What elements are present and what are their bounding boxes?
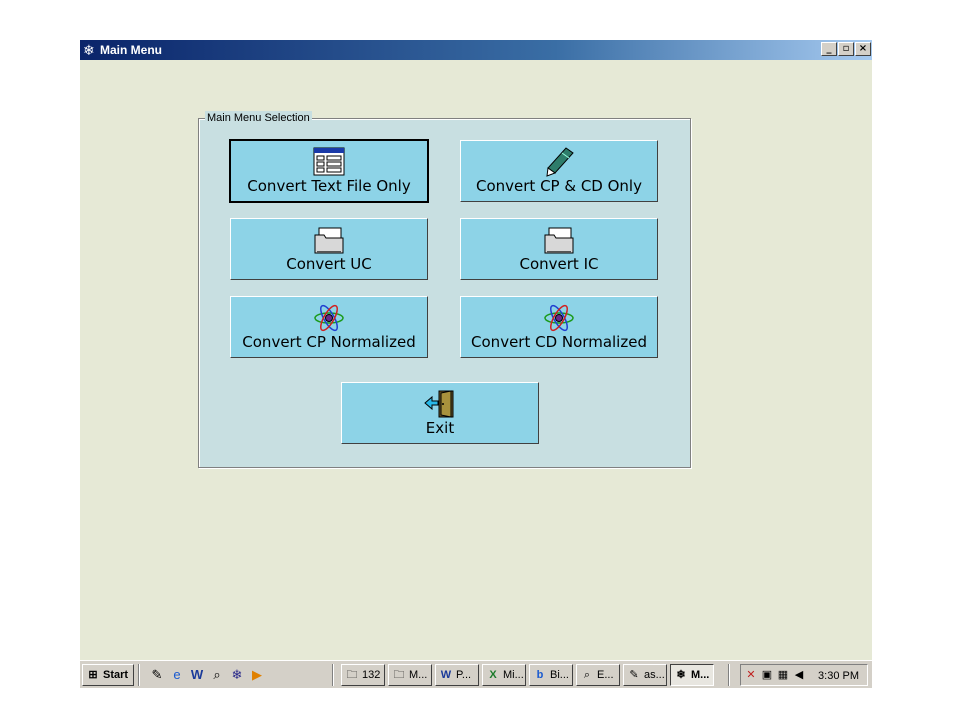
- desktop-screen: ❄ Main Menu _ ▫ × Main Menu Selection Co…: [80, 40, 872, 688]
- start-label: Start: [103, 669, 129, 681]
- network-icon[interactable]: ✕: [744, 668, 758, 682]
- internet-explorer-icon[interactable]: e: [168, 666, 186, 684]
- close-button[interactable]: ×: [855, 42, 871, 56]
- window-client-area: Main Menu Selection Convert Text File On…: [80, 60, 872, 660]
- convert-ic-button[interactable]: Convert IC: [460, 218, 658, 280]
- search-icon[interactable]: ⌕: [208, 666, 226, 684]
- convert-text-file-button[interactable]: Convert Text File Only: [229, 139, 429, 203]
- task-button[interactable]: 🗀 132: [341, 664, 385, 686]
- taskbar-separator: [332, 664, 334, 686]
- convert-cd-normalized-button[interactable]: Convert CD Normalized: [460, 296, 658, 358]
- b-app-icon: b: [536, 669, 544, 681]
- exit-button[interactable]: Exit: [341, 382, 539, 444]
- folder-icon: 🗀: [393, 669, 405, 681]
- atom-icon: [544, 304, 574, 332]
- speaker-icon[interactable]: ◀: [792, 668, 806, 682]
- button-label: Convert IC: [519, 255, 599, 273]
- task-label: Bi...: [550, 669, 569, 681]
- button-label: Exit: [425, 419, 455, 437]
- task-button[interactable]: b Bi...: [529, 664, 573, 686]
- task-button[interactable]: W P...: [435, 664, 479, 686]
- convert-cp-cd-button[interactable]: Convert CP & CD Only: [460, 140, 658, 202]
- button-label: Convert CP & CD Only: [476, 177, 642, 195]
- folder-icon: [314, 227, 344, 254]
- main-menu-group: Main Menu Selection Convert Text File On…: [198, 111, 691, 468]
- button-label: Convert UC: [286, 255, 372, 273]
- convert-uc-button[interactable]: Convert UC: [230, 218, 428, 280]
- button-label: Convert Text File Only: [247, 177, 411, 195]
- folder-icon: 🗀: [346, 669, 358, 681]
- media-play-icon[interactable]: ▶: [248, 666, 266, 684]
- task-button-active[interactable]: ❄ M...: [670, 664, 714, 686]
- task-button[interactable]: X Mi...: [482, 664, 526, 686]
- task-label: M...: [409, 669, 428, 681]
- task-label: M...: [691, 669, 710, 681]
- title-bar[interactable]: ❄ Main Menu _ ▫ ×: [80, 40, 872, 60]
- task-button[interactable]: ✎ as...: [623, 664, 667, 686]
- group-label: Main Menu Selection: [205, 111, 312, 125]
- task-label: as...: [644, 669, 665, 681]
- snowflake-icon: ❄: [676, 669, 686, 681]
- minimize-button[interactable]: _: [821, 42, 837, 56]
- pen-icon: [546, 147, 574, 177]
- button-label: Convert CD Normalized: [471, 333, 647, 351]
- task-label: E...: [597, 669, 614, 681]
- monitor-icon[interactable]: ▣: [760, 668, 774, 682]
- explorer-icon: ⌕: [583, 669, 591, 681]
- task-button[interactable]: 🗀 M...: [388, 664, 432, 686]
- atom-icon: [314, 304, 344, 332]
- excel-icon: X: [489, 669, 497, 681]
- start-button[interactable]: ⊞ Start: [82, 664, 134, 686]
- pencil-icon[interactable]: ✎: [148, 666, 166, 684]
- clock[interactable]: 3:30 PM: [818, 668, 859, 684]
- snowflake-icon[interactable]: ❄: [228, 666, 246, 684]
- task-label: Mi...: [503, 669, 524, 681]
- task-label: 132: [362, 669, 381, 681]
- word-icon[interactable]: W: [188, 666, 206, 684]
- button-label: Convert CP Normalized: [242, 333, 416, 351]
- notepad-icon: ✎: [629, 669, 639, 681]
- task-label: P...: [456, 669, 472, 681]
- window-title: Main Menu: [100, 43, 162, 57]
- form-list-icon: [313, 147, 345, 176]
- taskbar-separator: [138, 664, 140, 686]
- maximize-button[interactable]: ▫: [838, 42, 854, 56]
- taskbar-separator: [728, 664, 730, 686]
- calendar-icon[interactable]: ▦: [776, 668, 790, 682]
- task-button[interactable]: ⌕ E...: [576, 664, 620, 686]
- word-icon: W: [440, 669, 452, 681]
- exit-door-icon: [424, 390, 454, 418]
- snowflake-icon: ❄: [83, 42, 95, 58]
- folder-icon: [544, 227, 574, 254]
- system-tray: ✕ ▣ ▦ ◀ 3:30 PM: [740, 664, 868, 686]
- taskbar: ⊞ Start ✎ e W ⌕ ❄ ▶ 🗀 132 🗀 M... W P... …: [80, 660, 872, 688]
- convert-cp-normalized-button[interactable]: Convert CP Normalized: [230, 296, 428, 358]
- windows-logo-icon: ⊞: [88, 669, 98, 681]
